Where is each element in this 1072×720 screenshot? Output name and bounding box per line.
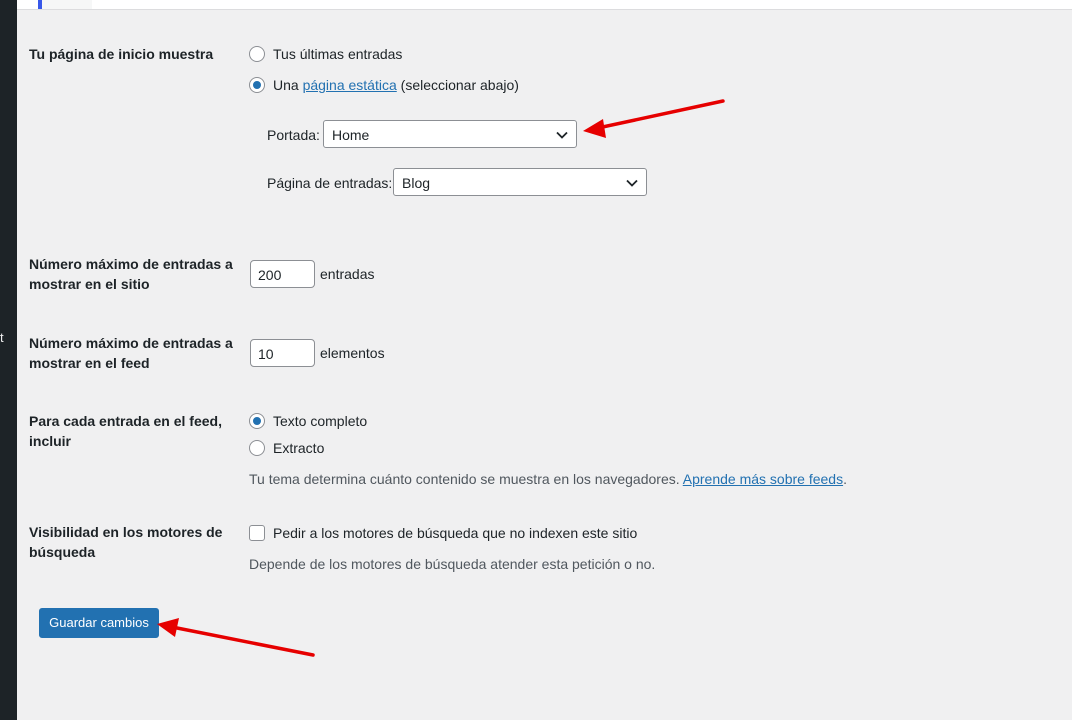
active-tab-fragment[interactable]: [42, 0, 92, 9]
front-page-select[interactable]: Home: [323, 120, 577, 148]
front-page-value: Home: [332, 127, 370, 143]
front-page-label: Portada:: [267, 127, 320, 143]
homepage-label: Tu página de inicio muestra: [29, 46, 214, 62]
feed-description-end: .: [843, 471, 847, 487]
feed-content-label: Para cada entrada en el feed, incluir: [29, 413, 222, 449]
radio-excerpt[interactable]: [249, 440, 265, 456]
radio-full-text-label: Texto completo: [273, 413, 368, 429]
noindex-checkbox[interactable]: [249, 525, 265, 541]
feed-description-text: Tu tema determina cuánto contenido se mu…: [249, 471, 680, 487]
noindex-checkbox-label: Pedir a los motores de búsqueda que no i…: [273, 525, 638, 541]
posts-per-rss-input[interactable]: 10: [250, 339, 315, 367]
chevron-down-icon: [556, 131, 568, 139]
posts-per-rss-value: 10: [258, 346, 274, 362]
posts-per-rss-unit: elementos: [320, 345, 385, 361]
feeds-help-link[interactable]: Aprende más sobre feeds: [683, 471, 843, 487]
posts-per-rss-label: Número máximo de entradas a mostrar en e…: [29, 335, 233, 371]
posts-per-page-input[interactable]: 200: [250, 260, 315, 288]
static-page-link[interactable]: página estática: [303, 77, 397, 93]
top-tab-strip: [17, 0, 1072, 10]
static-suffix: (seleccionar abajo): [400, 77, 519, 93]
arrow-to-portada-select: [583, 99, 725, 138]
save-changes-button[interactable]: Guardar cambios: [39, 608, 159, 638]
radio-static-page[interactable]: [249, 77, 265, 93]
active-tab-indicator: [38, 0, 42, 9]
radio-static-page-label: Una página estática (seleccionar abajo): [273, 75, 519, 95]
posts-per-page-label: Número máximo de entradas a mostrar en e…: [29, 256, 233, 292]
feed-description: Tu tema determina cuánto contenido se mu…: [249, 469, 847, 489]
sidebar-edge-text: t: [0, 330, 4, 345]
static-prefix: Una: [273, 77, 299, 93]
search-visibility-description: Depende de los motores de búsqueda atend…: [249, 556, 656, 572]
search-visibility-label: Visibilidad en los motores de búsqueda: [29, 524, 223, 560]
posts-page-label: Página de entradas:: [267, 175, 393, 191]
radio-latest-posts[interactable]: [249, 46, 265, 62]
admin-sidebar-edge: [0, 0, 17, 720]
arrow-to-save-button: [157, 618, 315, 657]
radio-excerpt-label: Extracto: [273, 440, 325, 456]
radio-full-text[interactable]: [249, 413, 265, 429]
posts-per-page-value: 200: [258, 267, 282, 283]
posts-page-value: Blog: [402, 175, 431, 191]
radio-latest-posts-label: Tus últimas entradas: [273, 46, 403, 62]
chevron-down-icon: [626, 179, 638, 187]
posts-per-page-unit: entradas: [320, 266, 375, 282]
posts-page-select[interactable]: Blog: [393, 168, 647, 196]
